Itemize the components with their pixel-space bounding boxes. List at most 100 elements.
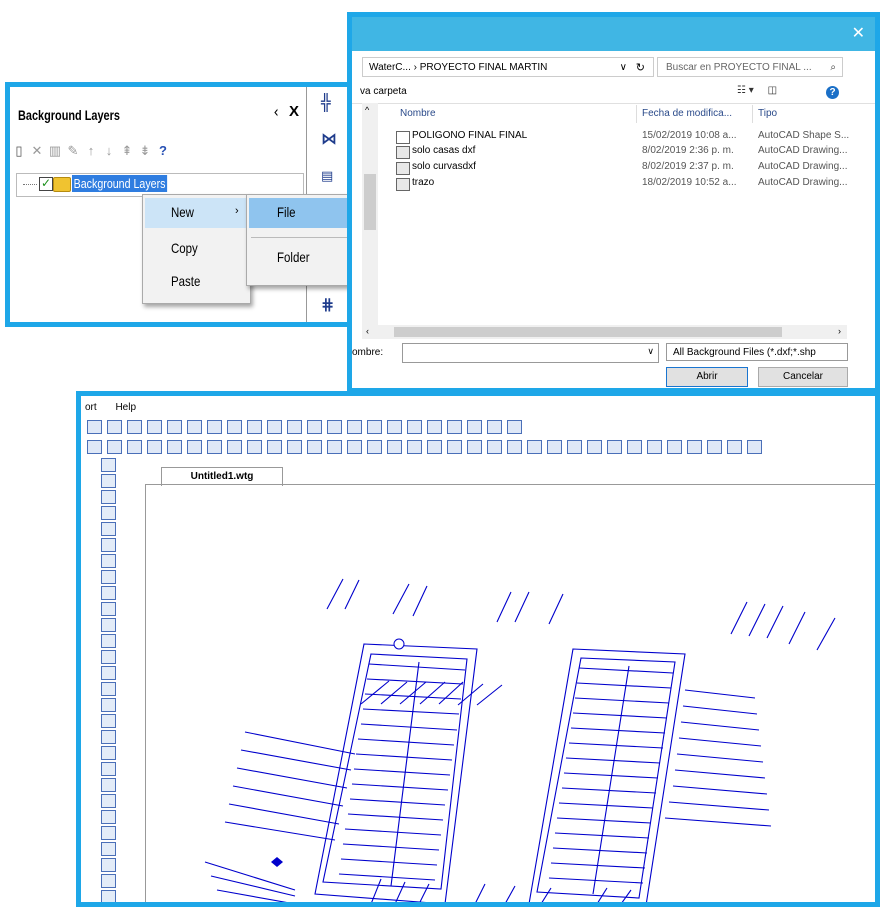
pin-icon[interactable]: ᚲ [272,105,280,120]
toolbar-button-icon[interactable] [667,440,682,454]
scroll-up-icon[interactable]: ^ [365,105,369,115]
edit-icon[interactable]: ✎ [66,143,80,159]
menu-item-file[interactable]: File [277,204,296,220]
layout-tool-icon[interactable] [101,506,116,520]
layout-tool-icon[interactable] [101,538,116,552]
refresh-icon[interactable]: ↻ [636,58,645,78]
toolbar-button-icon[interactable] [347,420,362,434]
layout-tool-icon[interactable] [101,682,116,696]
toolbar-button-icon[interactable] [347,440,362,454]
horizontal-scrollbar[interactable] [362,325,847,339]
menu-report[interactable]: ort [85,402,97,413]
cancel-button[interactable]: Cancelar [758,367,848,387]
toolbar-button-icon[interactable] [107,420,122,434]
scroll-right-icon[interactable]: › [838,326,841,336]
toolbar-button-icon[interactable] [167,420,182,434]
toolbar-button-icon[interactable] [267,420,282,434]
toolbar-button-icon[interactable] [227,440,242,454]
view-options-icon[interactable]: ☷ ▾ ◫ [737,85,777,96]
help-icon[interactable]: ? [826,86,839,99]
toolbar-button-icon[interactable] [507,440,522,454]
toolbar-button-icon[interactable] [127,440,142,454]
scroll-left-icon[interactable]: ‹ [366,326,369,336]
menu-item-copy[interactable]: Copy [171,240,198,256]
toolbar-button-icon[interactable] [327,440,342,454]
layout-tool-icon[interactable] [101,634,116,648]
toolbar-button-icon[interactable] [527,440,542,454]
add-layer-icon[interactable]: ▯ [12,143,26,159]
close-panel-button[interactable]: X [289,103,299,120]
toolbar-button-icon[interactable] [227,420,242,434]
layout-tool-icon[interactable] [101,810,116,824]
layout-tool-icon[interactable] [101,746,116,760]
new-folder-button[interactable]: va carpeta [360,86,407,97]
column-header-name[interactable]: Nombre [400,108,436,119]
toolbar-button-icon[interactable] [87,440,102,454]
toolbar-button-icon[interactable] [207,420,222,434]
tank-icon[interactable]: ▤ [321,169,333,184]
menu-item-paste[interactable]: Paste [171,273,200,289]
layout-tool-icon[interactable] [101,602,116,616]
search-icon[interactable]: ⌕ [830,58,836,78]
filename-field[interactable]: ∨ [402,343,659,363]
properties-icon[interactable]: ▥ [48,143,62,159]
toolbar-button-icon[interactable] [187,420,202,434]
breadcrumb-path[interactable]: WaterC... › PROYECTO FINAL MARTIN [369,62,547,73]
layout-tool-icon[interactable] [101,474,116,488]
toolbar-button-icon[interactable] [387,420,402,434]
toolbar-button-icon[interactable] [447,440,462,454]
toolbar-button-icon[interactable] [307,440,322,454]
layout-tool-icon[interactable] [101,522,116,536]
chevron-down-icon[interactable]: ∨ [647,346,654,357]
toolbar-button-icon[interactable] [247,440,262,454]
menu-item-new[interactable]: New [171,204,194,220]
layout-tool-icon[interactable] [101,650,116,664]
breadcrumb[interactable]: WaterC... › PROYECTO FINAL MARTIN ∨ ↻ [362,57,654,77]
toolbar-button-icon[interactable] [187,440,202,454]
search-input[interactable]: Buscar en PROYECTO FINAL ... ⌕ [657,57,843,77]
nav-scroll-thumb[interactable] [364,174,376,230]
spot-icon[interactable]: ⋕ [321,295,334,314]
move-down-icon[interactable]: ↓ [102,143,116,159]
close-icon[interactable]: ✕ [852,23,865,43]
toolbar-button-icon[interactable] [87,420,102,434]
toolbar-button-icon[interactable] [127,420,142,434]
toolbar-button-icon[interactable] [407,420,422,434]
chevron-down-icon[interactable]: ∨ [620,58,627,78]
toolbar-button-icon[interactable] [747,440,762,454]
file-type-select[interactable]: All Background Files (*.dxf;*.shp [666,343,848,361]
toolbar-button-icon[interactable] [367,440,382,454]
toolbar-button-icon[interactable] [307,420,322,434]
column-header-date[interactable]: Fecha de modifica... [642,108,732,119]
toolbar-button-icon[interactable] [647,440,662,454]
layout-tool-icon[interactable] [101,698,116,712]
layout-tool-icon[interactable] [101,858,116,872]
toolbar-button-icon[interactable] [387,440,402,454]
toolbar-button-icon[interactable] [267,440,282,454]
toolbar-button-icon[interactable] [427,420,442,434]
toolbar-button-icon[interactable] [487,420,502,434]
toolbar-button-icon[interactable] [727,440,742,454]
toolbar-button-icon[interactable] [567,440,582,454]
toolbar-button-icon[interactable] [687,440,702,454]
toolbar-button-icon[interactable] [327,420,342,434]
toolbar-button-icon[interactable] [447,420,462,434]
toolbar-button-icon[interactable] [107,440,122,454]
layout-tool-icon[interactable] [101,490,116,504]
tree-item-background-layers[interactable]: Background Layers [72,175,168,192]
layout-tool-icon[interactable] [101,730,116,744]
layout-tool-icon[interactable] [101,890,116,902]
layout-tool-icon[interactable] [101,554,116,568]
toolbar-button-icon[interactable] [147,440,162,454]
network-drawing[interactable] [145,484,875,904]
open-button[interactable]: Abrir [666,367,748,387]
menu-item-folder[interactable]: Folder [277,249,310,265]
layout-tool-icon[interactable] [101,666,116,680]
layout-tool-icon[interactable] [101,586,116,600]
layout-tool-icon[interactable] [101,826,116,840]
toolbar-button-icon[interactable] [707,440,722,454]
layout-tool-icon[interactable] [101,458,116,472]
layout-tool-icon[interactable] [101,842,116,856]
toolbar-button-icon[interactable] [167,440,182,454]
toolbar-button-icon[interactable] [587,440,602,454]
